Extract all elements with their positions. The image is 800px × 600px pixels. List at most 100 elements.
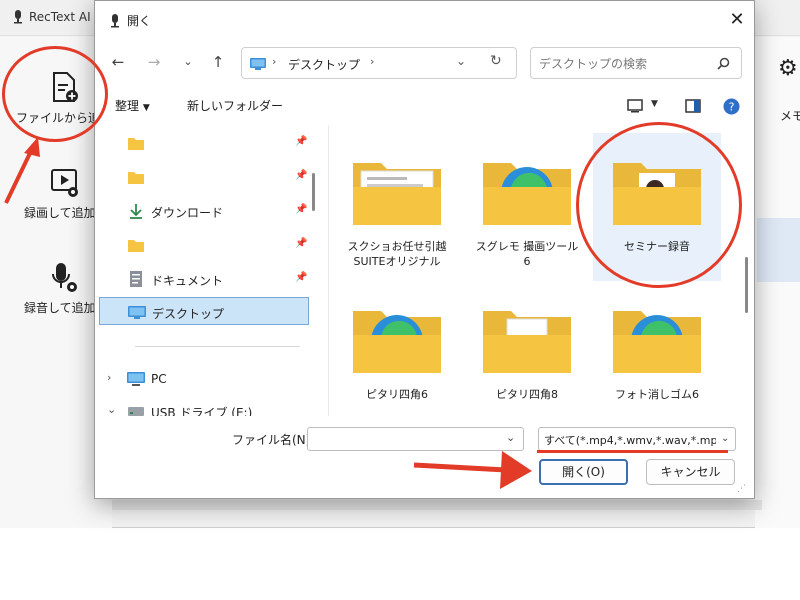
app-selected-row (757, 218, 800, 282)
app-logo-icon (111, 13, 119, 27)
document-icon (130, 271, 142, 287)
recent-locations-chevron-icon[interactable]: ⌄ (177, 51, 199, 73)
app-title-text: RecText AI (29, 10, 91, 24)
nav-item-label: ドキュメント (151, 274, 224, 288)
dialog-titlebar: 開く ✕ (95, 1, 754, 39)
file-type-value: すべて(*.mp4,*.wmv,*.wav,*.mp3 (544, 434, 716, 447)
folder-icon (483, 163, 571, 225)
pin-icon: 📌 (295, 238, 308, 249)
chevron-down-icon: ⌄ (721, 433, 730, 444)
filename-label: ファイル名(N): (232, 433, 315, 447)
annotation-underline-filetype (537, 450, 728, 453)
nav-item-folder-3[interactable]: 📌 (99, 231, 309, 259)
file-type-select[interactable]: すべて(*.mp4,*.wmv,*.wav,*.mp3 ⌄ (538, 427, 736, 451)
organize-button[interactable]: 整理 ▼ (115, 97, 150, 114)
nav-item-folder-2[interactable]: 📌 (99, 163, 309, 191)
collapse-chevron-icon[interactable]: ⌄ (107, 403, 116, 416)
dialog-toolbar: 整理 ▼ 新しいフォルダー ▼ ? (95, 89, 754, 123)
desktop-icon (250, 58, 266, 70)
refresh-icon[interactable]: ↻ (490, 53, 502, 69)
folder-name: スグレモ 撮画ツール 6 (475, 240, 579, 268)
folder-icon (128, 138, 144, 150)
address-bar[interactable]: › デスクトップ › ⌄ ↻ (241, 47, 517, 79)
folder-tile[interactable]: ピタリ四角8 (463, 281, 591, 416)
content-scrollbar[interactable] (745, 257, 748, 313)
folder-icon (483, 311, 571, 373)
usb-drive-icon (128, 407, 144, 416)
search-input[interactable] (539, 54, 709, 74)
pc-icon (127, 372, 145, 386)
folder-icon (353, 163, 441, 225)
download-icon (130, 204, 142, 219)
cancel-button[interactable]: キャンセル (646, 459, 735, 485)
microphone-icon (52, 263, 77, 292)
folder-icon (128, 240, 144, 252)
dialog-title: 開く (109, 12, 151, 29)
gear-icon[interactable]: ⚙ (778, 56, 798, 81)
nav-divider (135, 346, 300, 347)
nav-item-label: ダウンロード (151, 206, 224, 220)
navigation-pane: 📌 📌 ダウンロード 📌 📌 ドキュメント 📌 デスクトップ › PC ⌄ US… (95, 125, 325, 416)
preview-pane-icon[interactable] (685, 99, 701, 113)
search-icon[interactable] (717, 57, 730, 70)
annotation-circle-seminar-folder (576, 122, 742, 288)
video-record-icon (51, 169, 78, 197)
nav-scrollbar[interactable] (312, 173, 315, 211)
nav-item-documents[interactable]: ドキュメント 📌 (99, 265, 309, 293)
forward-arrow-icon[interactable]: → (143, 51, 165, 73)
folder-tile[interactable]: ピタリ四角6 (333, 281, 461, 416)
resize-grip-icon[interactable]: ⋰ (737, 484, 746, 494)
pin-icon: 📌 (295, 204, 308, 215)
screenshot-stage: RecText AI ファイルから追 録画して追加 録音して追加 ⚙ メモ 開く… (0, 0, 800, 600)
search-box[interactable] (530, 47, 742, 79)
nav-item-pc[interactable]: › PC (99, 365, 309, 393)
folder-name: スクショお任せ引越 SUITEオリジナル (347, 240, 447, 268)
folder-name: ピタリ四角6 (366, 388, 428, 401)
nav-item-label: PC (151, 372, 167, 386)
folder-name: ピタリ四角8 (496, 388, 558, 401)
breadcrumb-separator-icon: › (272, 55, 277, 68)
app-logo-icon (14, 10, 22, 24)
filename-dropdown-icon[interactable]: ⌄ (506, 431, 515, 444)
expand-chevron-icon[interactable]: › (107, 371, 111, 384)
annotation-arrow-up (4, 137, 40, 204)
svg-text:?: ? (729, 101, 735, 114)
nav-item-usb-drive[interactable]: ⌄ USB ドライブ (E:) (99, 397, 309, 416)
address-text: デスクトップ (288, 58, 361, 72)
app-bottom-strip (112, 500, 762, 510)
folder-icon (353, 311, 441, 373)
close-icon[interactable]: ✕ (725, 8, 749, 32)
nav-item-folder-1[interactable]: 📌 (99, 129, 309, 157)
organize-label: 整理 (115, 99, 140, 113)
annotation-circle-add-file (2, 46, 108, 142)
chevron-down-icon: ▼ (142, 103, 150, 113)
address-dropdown-icon[interactable]: ⌄ (456, 54, 466, 68)
navigation-bar: ← → ⌄ ↑ › デスクトップ › ⌄ ↻ (95, 43, 754, 83)
nav-item-label: USB ドライブ (E:) (151, 406, 253, 416)
folder-icon (128, 172, 144, 184)
pin-icon: 📌 (295, 136, 308, 147)
view-options-icon[interactable] (627, 99, 643, 113)
filename-input[interactable] (314, 430, 504, 448)
desktop-icon (128, 306, 146, 319)
folder-tile[interactable]: スグレモ 撮画ツール 6 (463, 133, 591, 281)
back-arrow-icon[interactable]: ← (107, 51, 129, 73)
folder-tile[interactable]: フォト消しゴム6 (593, 281, 721, 416)
nav-item-desktop[interactable]: デスクトップ (99, 297, 309, 325)
annotation-arrow-right (413, 451, 532, 489)
nav-item-downloads[interactable]: ダウンロード 📌 (99, 197, 309, 225)
view-dropdown-icon[interactable]: ▼ (651, 99, 658, 109)
help-icon[interactable]: ? (723, 98, 740, 115)
nav-item-label: デスクトップ (152, 307, 225, 321)
folder-tile[interactable]: スクショお任せ引越 SUITEオリジナル (333, 133, 461, 281)
pin-icon: 📌 (295, 272, 308, 283)
folder-icon (613, 311, 701, 373)
memo-column-header: メモ (780, 109, 800, 123)
breadcrumb-chevron-icon[interactable]: › (370, 55, 374, 68)
dialog-title-text: 開く (127, 14, 152, 28)
open-button[interactable]: 開く(O) (539, 459, 628, 485)
pin-icon: 📌 (295, 170, 308, 181)
folder-name: フォト消しゴム6 (615, 388, 699, 401)
new-folder-button[interactable]: 新しいフォルダー (187, 97, 283, 114)
up-arrow-icon[interactable]: ↑ (207, 51, 229, 73)
